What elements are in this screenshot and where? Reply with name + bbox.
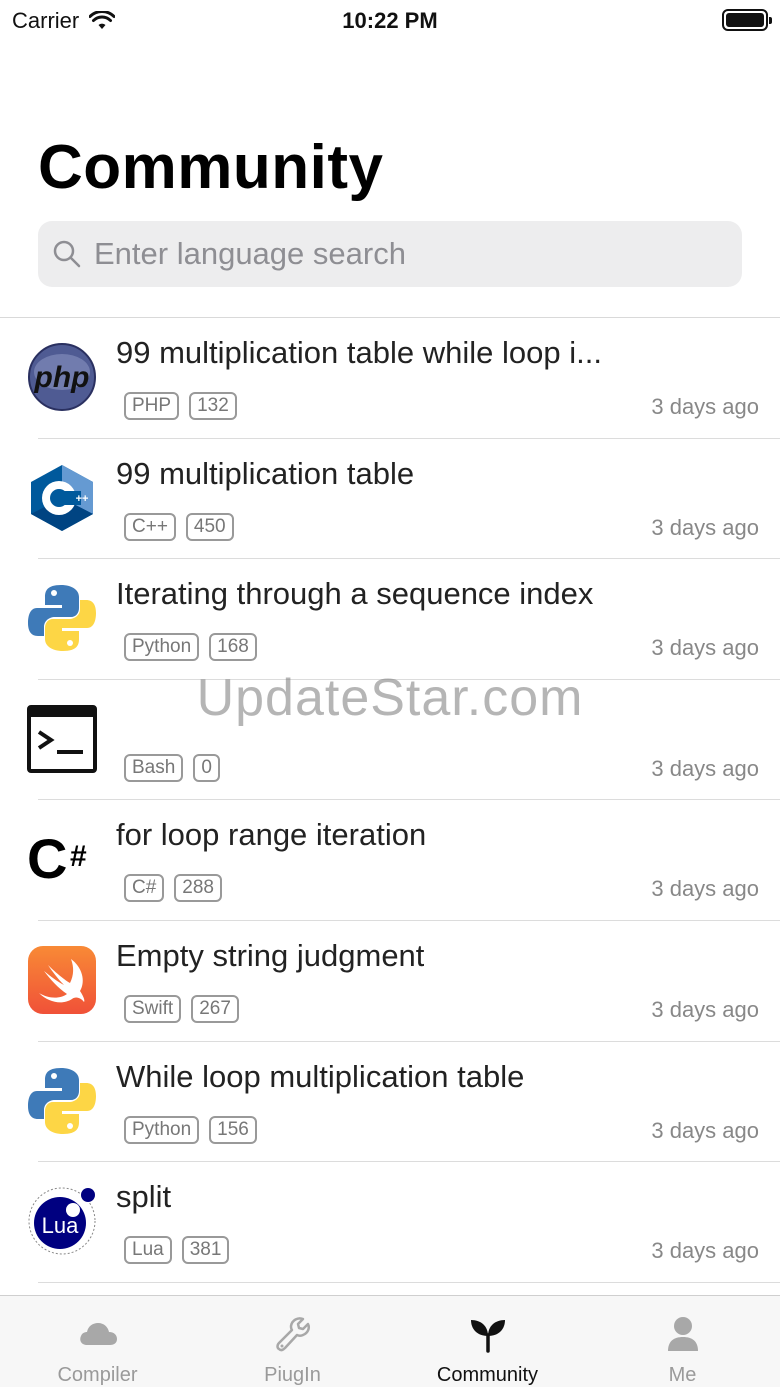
- item-time: 3 days ago: [651, 635, 759, 661]
- list-item[interactable]: ++ 99 multiplication table C++ 450 3 day…: [0, 439, 780, 560]
- item-tags: PHP 132: [124, 392, 237, 420]
- count-badge: 132: [189, 392, 237, 420]
- svg-text:Lua: Lua: [42, 1213, 79, 1238]
- search-input[interactable]: [94, 236, 714, 272]
- tab-plugin[interactable]: PiugIn: [195, 1296, 390, 1387]
- language-tag: C#: [124, 874, 165, 903]
- item-title: 99 multiplication table: [116, 455, 415, 491]
- item-title: Iterating through a sequence index: [116, 576, 594, 612]
- item-tags: Python 156: [124, 1115, 257, 1144]
- item-tags: Swift 267: [124, 994, 239, 1023]
- wrench-icon: [273, 1314, 313, 1354]
- search-icon: [53, 240, 81, 268]
- svg-text:#: #: [70, 840, 87, 873]
- list-item[interactable]: php 99 multiplication table while loop i…: [0, 318, 780, 439]
- tab-me[interactable]: Me: [585, 1296, 780, 1387]
- count-badge: 267: [191, 994, 239, 1023]
- tab-compiler[interactable]: Compiler: [0, 1296, 195, 1387]
- language-tag: Python: [124, 633, 200, 662]
- item-title: Empty string judgment: [116, 937, 425, 973]
- cloud-icon: [78, 1314, 118, 1354]
- battery-icon: [722, 9, 772, 31]
- status-time: 10:22 PM: [342, 8, 438, 33]
- count-badge: 168: [209, 633, 257, 662]
- watermark-text: UpdateStar.com: [196, 669, 584, 727]
- python-icon: [27, 1066, 97, 1136]
- list-item[interactable]: Iterating through a sequence index Pytho…: [0, 559, 780, 680]
- item-title: 99 multiplication table while loop i...: [116, 335, 602, 370]
- tab-label: Me: [668, 1364, 697, 1386]
- person-icon: [663, 1314, 703, 1354]
- item-tags: Python 168: [124, 633, 257, 662]
- item-time: 3 days ago: [651, 876, 759, 902]
- item-tags: C# 288: [124, 874, 222, 903]
- svg-text:C: C: [27, 827, 67, 890]
- item-title: split: [116, 1179, 172, 1215]
- count-badge: 0: [193, 753, 220, 782]
- language-tag: Lua: [124, 1236, 172, 1265]
- language-tag: C++: [124, 512, 176, 541]
- status-bar: Carrier 10:22 PM: [0, 0, 780, 40]
- battery-fill: [726, 13, 764, 27]
- count-badge: 381: [181, 1236, 230, 1265]
- language-tag: Bash: [124, 753, 184, 782]
- tab-label: Compiler: [57, 1364, 138, 1386]
- sprout-icon: [468, 1314, 508, 1354]
- php-icon: php: [27, 342, 97, 412]
- lua-icon: Lua: [27, 1186, 97, 1256]
- cpp-icon: ++: [27, 463, 97, 533]
- svg-text:++: ++: [76, 493, 89, 505]
- python-icon: [27, 583, 97, 653]
- item-time: 3 days ago: [651, 996, 759, 1022]
- page-title: Community: [38, 133, 384, 202]
- item-tags: C++ 450: [124, 512, 234, 541]
- item-tags: Bash 0: [124, 753, 220, 782]
- list-item[interactable]: While loop multiplication table Python 1…: [0, 1042, 780, 1163]
- item-title: While loop multiplication table: [116, 1058, 525, 1094]
- item-tags: Lua 381: [124, 1236, 230, 1265]
- item-time: 3 days ago: [651, 755, 759, 781]
- list-item[interactable]: Lua split Lua 381 3 days ago: [0, 1162, 780, 1283]
- tab-label: Community: [436, 1364, 539, 1386]
- item-time: 3 days ago: [651, 1117, 759, 1143]
- tab-community[interactable]: Community: [390, 1296, 585, 1387]
- item-title: for loop range iteration: [116, 817, 427, 853]
- tab-bar: Compiler PiugIn Community Me: [0, 1295, 780, 1387]
- language-tag: Swift: [124, 994, 182, 1023]
- language-tag: PHP: [124, 392, 180, 420]
- csharp-icon: C #: [27, 824, 97, 894]
- tab-label: PiugIn: [264, 1364, 321, 1386]
- list-item[interactable]: C # for loop range iteration C# 288 3 da…: [0, 800, 780, 921]
- item-time: 3 days ago: [651, 514, 759, 540]
- item-time: 3 days ago: [651, 394, 759, 419]
- search-bar[interactable]: [38, 221, 742, 287]
- item-time: 3 days ago: [651, 1238, 759, 1264]
- count-badge: 156: [209, 1115, 257, 1144]
- svg-text:php: php: [34, 361, 90, 394]
- list-item[interactable]: Empty string judgment Swift 267 3 days a…: [0, 921, 780, 1042]
- swift-icon: [27, 945, 97, 1015]
- language-tag: Python: [124, 1115, 200, 1144]
- snippet-list: php 99 multiplication table while loop i…: [0, 318, 780, 1283]
- count-badge: 450: [185, 512, 234, 541]
- count-badge: 288: [174, 874, 222, 903]
